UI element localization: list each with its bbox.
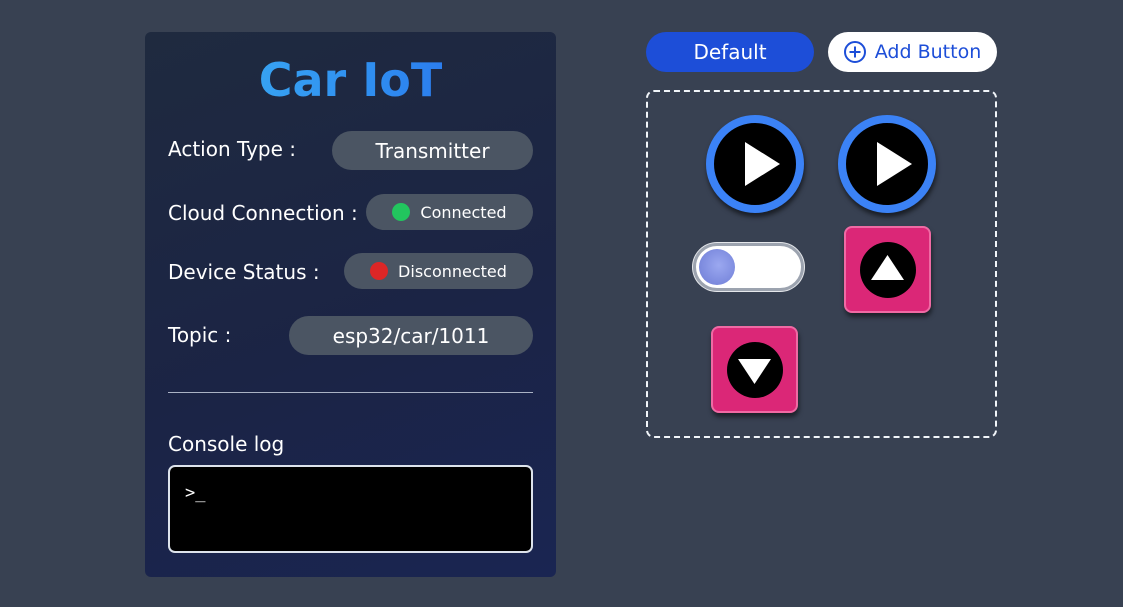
default-layout-button[interactable]: Default <box>646 32 814 72</box>
cloud-connection-status: Connected <box>366 194 533 230</box>
play-button-1[interactable] <box>706 115 804 213</box>
topic-value: esp32/car/1011 <box>332 323 490 348</box>
divider <box>168 392 533 393</box>
add-button-label: Add Button <box>874 41 982 63</box>
triangle-up-icon <box>871 255 904 280</box>
play-icon <box>745 142 780 186</box>
app-title: Car IoT <box>145 54 556 107</box>
toggle-switch[interactable] <box>693 243 804 291</box>
play-button-2[interactable] <box>838 115 936 213</box>
triangle-down-icon <box>738 359 771 384</box>
play-icon <box>877 142 912 186</box>
status-dot-icon <box>370 262 389 280</box>
toggle-knob <box>699 249 735 285</box>
status-dot-icon <box>392 203 411 221</box>
plus-circle-icon <box>843 41 866 63</box>
console-prompt: >_ <box>185 483 206 503</box>
cloud-connection-value: Connected <box>420 202 507 222</box>
down-button[interactable] <box>711 326 798 413</box>
add-button[interactable]: Add Button <box>828 32 997 72</box>
device-status-badge: Disconnected <box>344 253 533 289</box>
up-button[interactable] <box>844 226 931 313</box>
action-type-value: Transmitter <box>375 138 490 163</box>
console-log-output[interactable]: >_ <box>168 465 533 553</box>
device-status-label: Device Status : <box>168 260 320 284</box>
default-layout-label: Default <box>693 40 767 64</box>
device-status-value: Disconnected <box>398 261 507 281</box>
cloud-connection-label: Cloud Connection : <box>168 201 358 225</box>
control-panel: Car IoT Action Type : Transmitter Cloud … <box>145 32 556 577</box>
action-type-label: Action Type : <box>168 137 297 161</box>
topic-field[interactable]: esp32/car/1011 <box>289 316 533 355</box>
action-type-select[interactable]: Transmitter <box>332 131 533 170</box>
console-log-label: Console log <box>168 432 285 456</box>
topic-label: Topic : <box>168 323 232 347</box>
